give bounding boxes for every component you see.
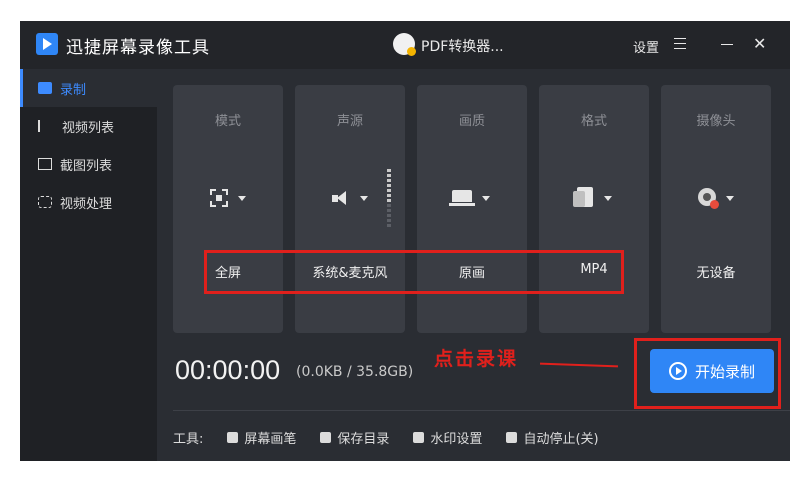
screenshot-icon [38, 158, 52, 170]
camera-dropdown[interactable] [694, 185, 738, 213]
card-label: 模式 [214, 114, 241, 129]
sidebar: 录制 视频列表 截图列表 视频处理 [20, 69, 157, 461]
sidebar-item-video-process[interactable]: 视频处理 [20, 183, 157, 221]
start-recording-button[interactable]: 开始录制 [650, 349, 774, 393]
sidebar-item-label: 视频列表 [62, 120, 115, 136]
minimize-icon[interactable] [721, 44, 733, 45]
camera-card[interactable]: 摄像头 无设备 [661, 85, 771, 333]
title-bar: 迅捷屏幕录像工具 PDF转换器... 设置 ✕ [20, 21, 790, 69]
quality-card[interactable]: 画质 原画 [417, 85, 527, 333]
video-camera-icon [38, 82, 52, 94]
app-title: 迅捷屏幕录像工具 [66, 38, 210, 58]
laptop-icon [449, 190, 475, 206]
sidebar-item-label: 录制 [60, 82, 87, 98]
tool-label: 保存目录 [337, 432, 390, 447]
tool-auto-stop[interactable]: 自动停止(关) [506, 428, 599, 447]
close-icon[interactable]: ✕ [753, 35, 766, 53]
divider [173, 410, 790, 411]
card-label: 摄像头 [696, 114, 736, 129]
tool-label: 水印设置 [430, 432, 483, 447]
video-list-icon [38, 120, 54, 132]
sidebar-item-label: 截图列表 [60, 158, 113, 174]
tool-save-dir[interactable]: 保存目录 [320, 428, 389, 447]
settings-highlight-box [204, 250, 624, 294]
sidebar-item-video-list[interactable]: 视频列表 [20, 107, 157, 145]
tool-screen-pen[interactable]: 屏幕画笔 [227, 428, 296, 447]
chevron-down-icon [238, 196, 246, 201]
tools-bar: 工具: 屏幕画笔 保存目录 水印设置 自动停止(关) [173, 428, 623, 447]
chevron-down-icon [360, 196, 368, 201]
audio-source-card[interactable]: 声源 系统&麦克风 [295, 85, 405, 333]
app-logo-icon [36, 33, 58, 55]
menu-icon[interactable] [674, 38, 686, 50]
annotation-arrow [539, 362, 619, 368]
video-edit-icon [38, 196, 52, 208]
fullscreen-icon [210, 189, 228, 207]
sidebar-item-record[interactable]: 录制 [20, 69, 157, 107]
pdf-converter-link[interactable]: PDF转换器... [421, 36, 504, 56]
start-recording-label: 开始录制 [694, 362, 755, 381]
pdf-converter-icon[interactable] [393, 33, 416, 56]
watermark-icon [413, 432, 425, 443]
card-value: 无设备 [696, 266, 736, 281]
format-card[interactable]: 格式 MP4 [539, 85, 649, 333]
file-icon [573, 187, 593, 207]
card-label: 格式 [580, 114, 607, 129]
tool-label: 自动停止(关) [523, 432, 599, 447]
format-dropdown[interactable] [572, 185, 616, 213]
camera-icon [698, 188, 719, 209]
pause-icon [506, 432, 518, 443]
chevron-down-icon [604, 196, 612, 201]
sidebar-item-label: 视频处理 [60, 196, 113, 212]
speaker-icon [332, 191, 350, 205]
chevron-down-icon [482, 196, 490, 201]
sidebar-item-screenshot-list[interactable]: 截图列表 [20, 145, 157, 183]
audio-source-dropdown[interactable] [328, 185, 372, 213]
app-window: 迅捷屏幕录像工具 PDF转换器... 设置 ✕ 录制 视频列表 截图列表 视频处… [20, 21, 790, 461]
card-label: 声源 [336, 114, 363, 129]
settings-button[interactable]: 设置 [633, 37, 659, 56]
tool-watermark[interactable]: 水印设置 [413, 428, 482, 447]
card-label: 画质 [458, 114, 485, 129]
annotation-text: 点击录课 [434, 348, 519, 370]
play-icon [668, 362, 687, 380]
mode-dropdown[interactable] [206, 185, 250, 213]
quality-dropdown[interactable] [449, 185, 494, 213]
recording-timer: 00:00:00 [175, 355, 281, 385]
tool-label: 屏幕画笔 [244, 432, 297, 447]
recording-size: (0.0KB / 35.8GB) [296, 364, 414, 380]
mode-card[interactable]: 模式 全屏 [173, 85, 283, 333]
tools-label: 工具: [173, 432, 204, 447]
chevron-down-icon [726, 196, 734, 201]
volume-meter [387, 169, 391, 227]
pen-icon [227, 432, 239, 443]
folder-icon [320, 432, 332, 443]
